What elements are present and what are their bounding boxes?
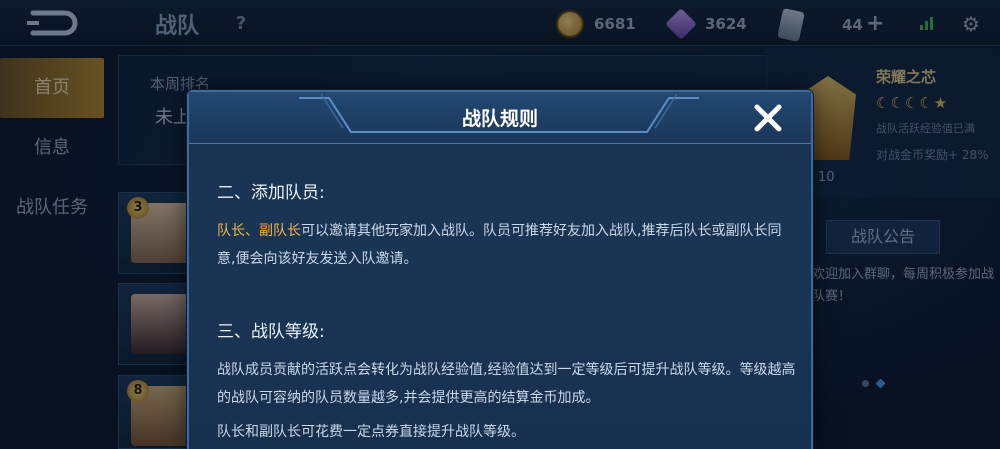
section-text: 队长、副队长可以邀请其他玩家加入战队。队员可推荐好友加入战队,推荐后队长或副队长… bbox=[217, 217, 797, 273]
section-text: 队长和副队长可花费一定点券直接提升战队等级。 bbox=[217, 424, 525, 440]
dialog-body: 二、添加队员: 队长、副队长可以邀请其他玩家加入战队。队员可推荐好友加入战队,推… bbox=[217, 178, 797, 446]
dialog-header: 战队规则 bbox=[189, 92, 811, 144]
section-heading: 三、战队等级: bbox=[217, 322, 325, 342]
rules-dialog: 战队规则 二、添加队员: 队长、副队长可以邀请其他玩家加入战队。队员可推荐好友加… bbox=[187, 90, 813, 449]
close-button[interactable] bbox=[749, 100, 787, 136]
section-text: 战队成员贡献的活跃点会转化为战队经验值,经验值达到一定等级后可提升战队等级。等级… bbox=[217, 362, 796, 406]
dialog-title: 战队规则 bbox=[461, 108, 538, 130]
close-icon bbox=[754, 104, 782, 132]
section-heading: 二、添加队员: bbox=[217, 183, 325, 203]
section-text-body: 可以邀请其他玩家加入战队。队员可推荐好友加入战队,推荐后队长或副队长同意,便会向… bbox=[217, 223, 782, 267]
highlight-roles: 队长、副队长 bbox=[217, 223, 301, 239]
